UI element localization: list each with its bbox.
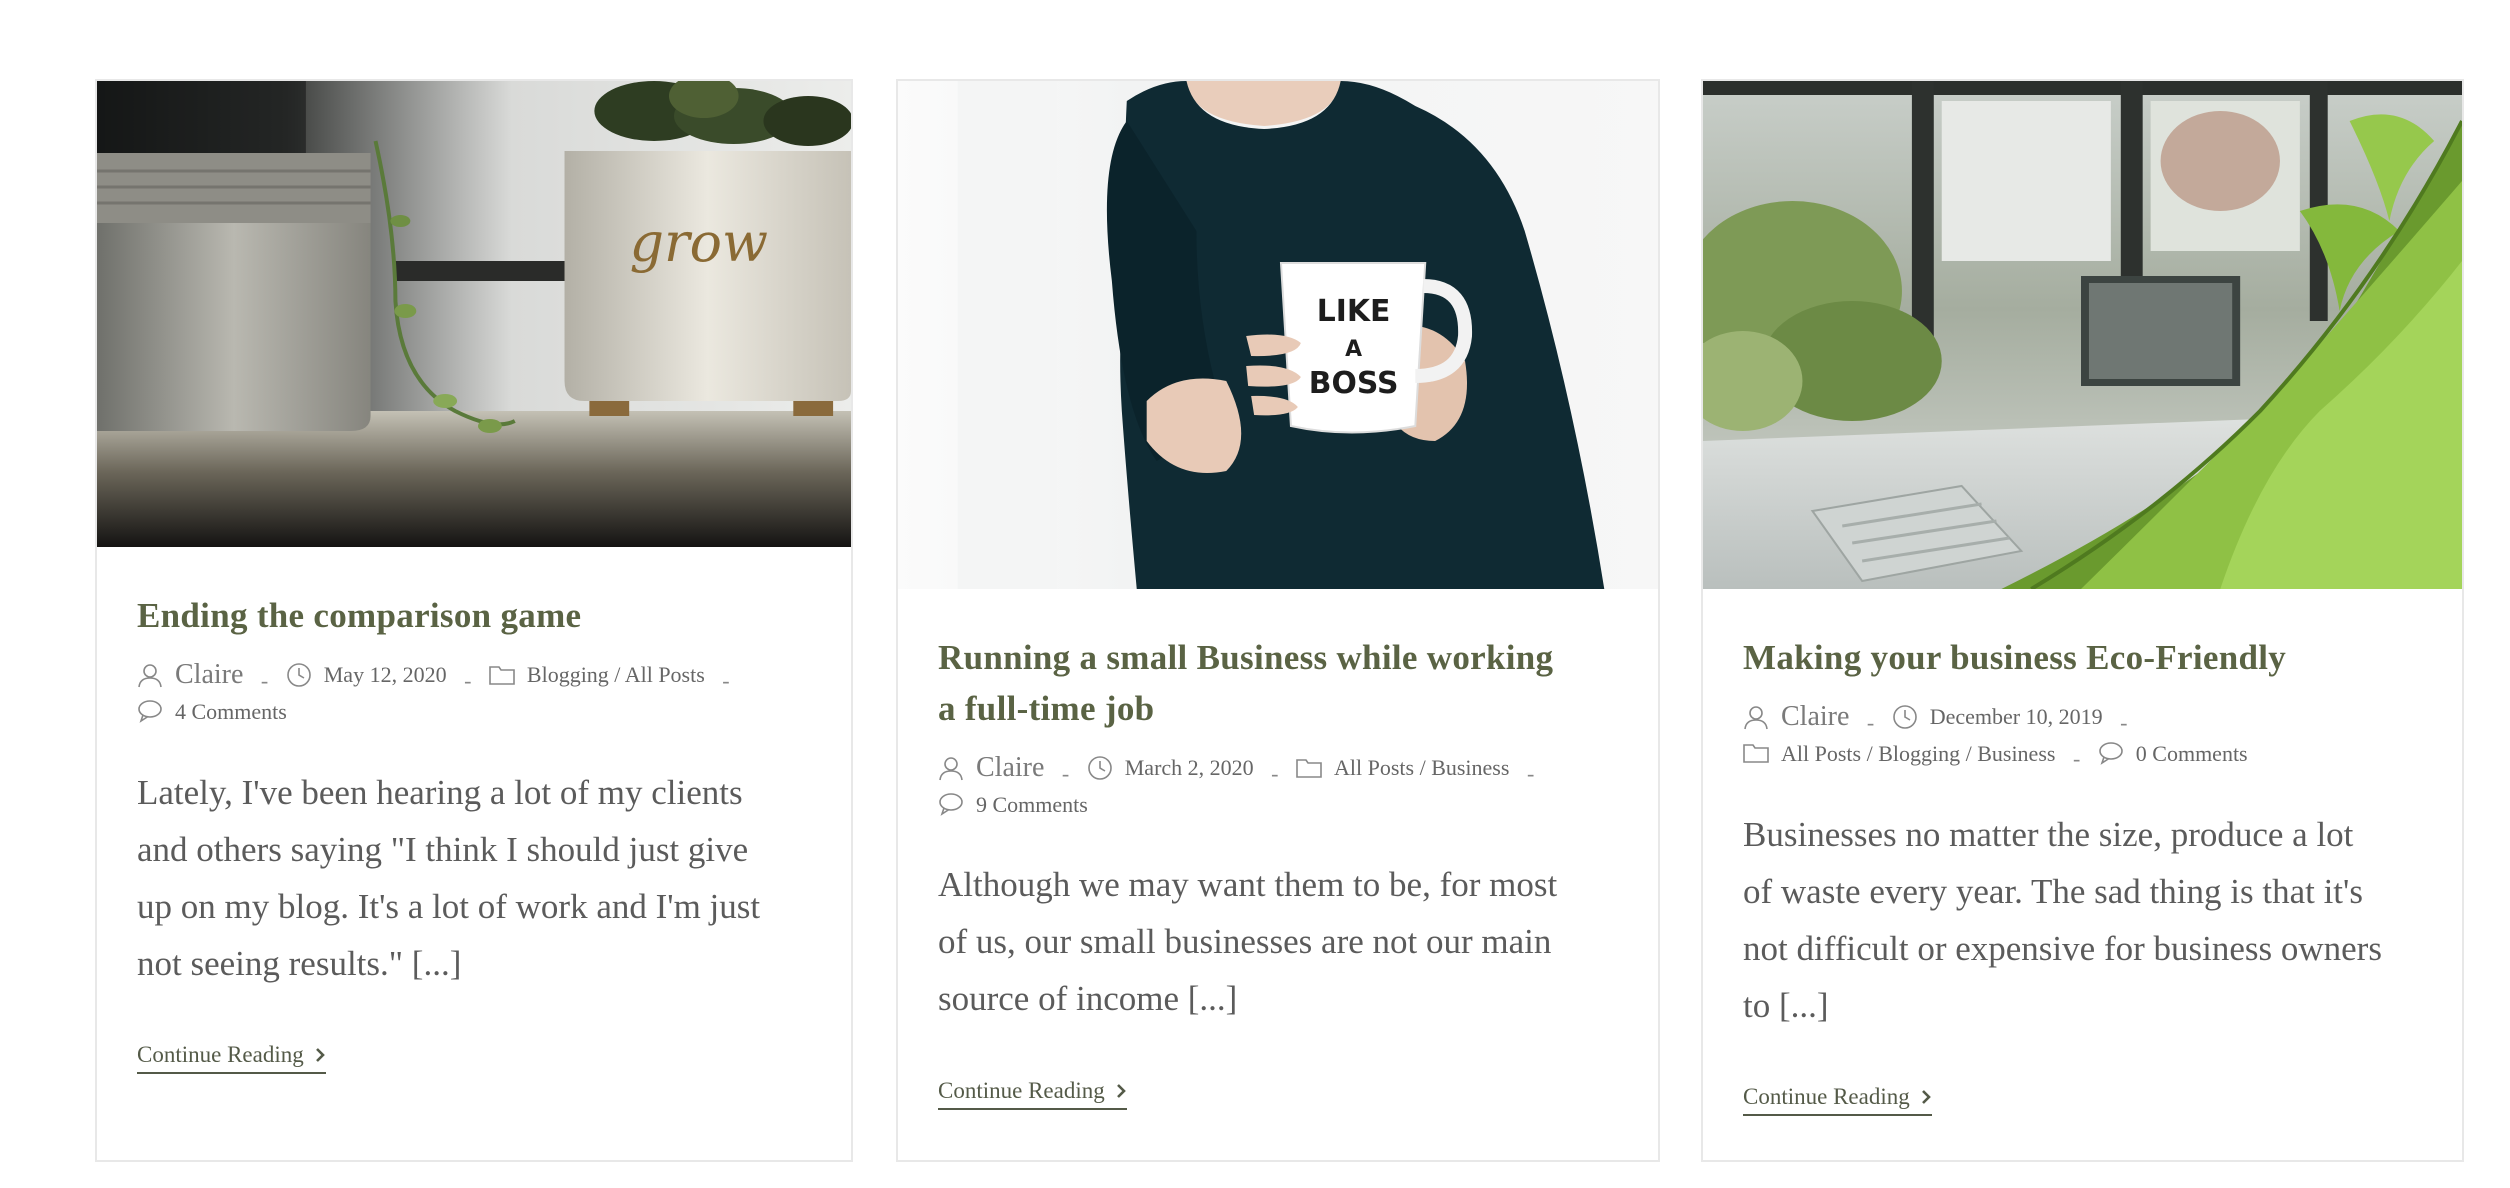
comments-link[interactable]: 9 Comments — [976, 789, 1088, 820]
category-links[interactable]: All Posts / Business — [1334, 752, 1509, 783]
post-author: Claire — [938, 752, 1044, 783]
post-card: LIKE A BOSS Running a small Business whi… — [896, 79, 1660, 1162]
meta-separator: - — [260, 667, 269, 693]
excerpt-line: of waste every year. The sad thing is th… — [1743, 872, 2363, 911]
meta-separator: - — [1061, 760, 1070, 786]
office-fern-photo — [1703, 81, 2462, 589]
post-categories: Blogging / All Posts — [489, 659, 705, 690]
date-text: March 2, 2020 — [1124, 755, 1254, 780]
continue-reading-link[interactable]: Continue Reading — [1743, 1084, 1932, 1116]
post-thumbnail[interactable]: LIKE A BOSS — [898, 81, 1658, 589]
excerpt-line: not seeing results." [...] — [137, 944, 462, 983]
post-categories: All Posts / Blogging / Business — [1743, 738, 2055, 769]
post-title[interactable]: Running a small Business while working a… — [938, 632, 1618, 734]
post-comments: 4 Comments — [137, 696, 287, 727]
user-icon — [137, 662, 163, 688]
continue-reading-link[interactable]: Continue Reading — [137, 1042, 326, 1074]
meta-separator: - — [464, 667, 472, 693]
chevron-right-icon — [314, 1047, 326, 1063]
clock-icon — [1087, 755, 1113, 781]
excerpt-line: and others saying "I think I should just… — [137, 830, 749, 869]
continue-reading-label: Continue Reading — [938, 1078, 1105, 1103]
continue-reading-label: Continue Reading — [137, 1042, 304, 1067]
post-card: Making your business Eco-Friendly Claire… — [1701, 79, 2464, 1162]
mug-text: BOSS — [1309, 366, 1399, 401]
post-card: grow Ending the comparison game Claire -… — [95, 79, 853, 1162]
folder-icon — [1743, 740, 1769, 766]
mug-text: LIKE — [1317, 294, 1391, 329]
continue-reading-link[interactable]: Continue Reading — [938, 1078, 1127, 1110]
potted-plants-photo: grow — [97, 81, 851, 547]
meta-separator: - — [722, 667, 730, 693]
excerpt-line: to [...] — [1743, 986, 1829, 1025]
author-name[interactable]: Claire — [1781, 701, 1849, 732]
post-categories: All Posts / Business — [1296, 752, 1509, 783]
excerpt-line: Businesses no matter the size, produce a… — [1743, 815, 2354, 854]
category-links[interactable]: Blogging / All Posts — [527, 659, 705, 690]
category-links[interactable]: All Posts / Blogging / Business — [1781, 738, 2055, 769]
comment-icon — [938, 791, 964, 817]
post-date: December 10, 2019 — [1892, 701, 2103, 732]
folder-icon — [1296, 755, 1322, 781]
excerpt-line: up on my blog. It's a lot of work and I'… — [137, 887, 761, 926]
post-excerpt: Businesses no matter the size, produce a… — [1743, 806, 2422, 1034]
excerpt-line: of us, our small businesses are not our … — [938, 922, 1552, 961]
chevron-right-icon — [1115, 1083, 1127, 1099]
excerpt-line: Lately, I've been hearing a lot of my cl… — [137, 773, 743, 812]
post-comments: 9 Comments — [938, 789, 1088, 820]
post-excerpt: Lately, I've been hearing a lot of my cl… — [137, 764, 811, 992]
chevron-right-icon — [1920, 1089, 1932, 1105]
meta-separator: - — [1271, 760, 1279, 786]
date-text: May 12, 2020 — [323, 662, 447, 687]
post-meta: Claire - May 12, 2020 - Blogging / All P… — [137, 659, 821, 732]
svg-text:grow: grow — [630, 211, 768, 274]
post-author: Claire — [1743, 701, 1849, 732]
post-meta: Claire - March 2, 2020 - All Posts / Bus… — [938, 752, 1628, 825]
post-thumbnail[interactable]: grow — [97, 81, 851, 547]
excerpt-line: Although we may want them to be, for mos… — [938, 865, 1558, 904]
user-icon — [1743, 704, 1769, 730]
post-author: Claire — [137, 659, 243, 690]
excerpt-line: not difficult or expensive for business … — [1743, 929, 2382, 968]
post-title-line: Running a small Business while working — [938, 638, 1554, 677]
post-title[interactable]: Ending the comparison game — [137, 590, 811, 641]
continue-reading-label: Continue Reading — [1743, 1084, 1910, 1109]
author-name[interactable]: Claire — [175, 659, 243, 690]
post-excerpt: Although we may want them to be, for mos… — [938, 856, 1618, 1027]
comment-icon — [137, 698, 163, 724]
post-thumbnail[interactable] — [1703, 81, 2462, 589]
user-icon — [938, 755, 964, 781]
excerpt-line: source of income [...] — [938, 979, 1238, 1018]
clock-icon — [286, 662, 312, 688]
clock-icon — [1892, 704, 1918, 730]
comments-link[interactable]: 0 Comments — [2136, 738, 2248, 769]
comment-icon — [2098, 740, 2124, 766]
meta-separator: - — [1526, 760, 1535, 786]
post-meta: Claire - December 10, 2019 - All Posts /… — [1743, 701, 2432, 774]
post-date: March 2, 2020 — [1087, 752, 1254, 783]
meta-separator: - — [1866, 709, 1875, 735]
post-title[interactable]: Making your business Eco-Friendly — [1743, 632, 2422, 683]
comments-link[interactable]: 4 Comments — [175, 696, 287, 727]
post-title-line: a full-time job — [938, 689, 1155, 728]
date-text: December 10, 2019 — [1929, 704, 2103, 729]
woman-holding-mug-photo: LIKE A BOSS — [898, 81, 1658, 589]
meta-separator: - — [2072, 746, 2081, 771]
meta-separator: - — [2120, 709, 2128, 735]
mug-text: A — [1345, 337, 1362, 362]
folder-icon — [489, 662, 515, 688]
author-name[interactable]: Claire — [976, 752, 1044, 783]
post-date: May 12, 2020 — [286, 659, 447, 690]
post-comments: 0 Comments — [2098, 738, 2248, 769]
